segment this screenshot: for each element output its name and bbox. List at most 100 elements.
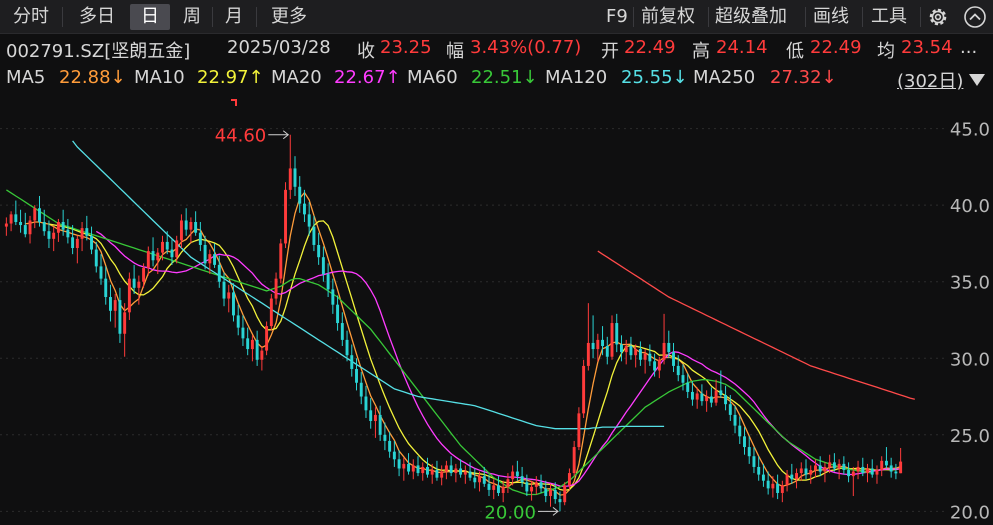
y-tick-label: 45.0 (950, 120, 990, 141)
candle (790, 463, 794, 484)
ma60-line (6, 189, 873, 496)
super-overlay-button[interactable]: 超级叠加 (715, 4, 787, 30)
candle (899, 447, 903, 474)
candle (780, 480, 784, 503)
candle (539, 474, 543, 493)
candle (743, 427, 746, 455)
tab-intraday[interactable]: 分时 (2, 4, 60, 30)
f9-button[interactable]: F9 (606, 4, 628, 30)
ma10-value: 22.97↑ (197, 67, 264, 88)
avg-price: 23.54 (901, 37, 953, 58)
y-tick-label: 25.0 (950, 426, 990, 447)
low-label: 低 (786, 41, 804, 62)
candle-body (99, 266, 103, 279)
candle-body (818, 465, 822, 472)
candle-body (795, 473, 799, 480)
candle (572, 440, 576, 477)
candle-body (866, 468, 869, 474)
candle (672, 342, 675, 373)
candle-body (553, 489, 557, 500)
candle-body (440, 471, 444, 478)
candle (459, 459, 463, 478)
candle (506, 473, 510, 493)
price-adjust-button[interactable]: 前复权 (641, 4, 695, 30)
period-count[interactable]: (302日) (897, 67, 963, 93)
candle (866, 463, 869, 483)
candle (250, 335, 254, 362)
candle (681, 364, 685, 391)
candle-body (492, 485, 496, 490)
tab-multi-day[interactable]: 多日 (68, 4, 126, 30)
candle (757, 456, 761, 481)
gear-icon[interactable] (926, 5, 950, 29)
candle-body (430, 470, 434, 475)
candle-body (66, 229, 70, 238)
ma60-value: 22.51↓ (471, 67, 538, 88)
ma120-value: 25.55↓ (621, 67, 688, 88)
candle-body (189, 222, 193, 230)
more-indicator[interactable]: ... (960, 37, 977, 58)
draw-line-button[interactable]: 画线 (813, 4, 849, 30)
candle-body (213, 254, 217, 265)
candle-body (265, 326, 269, 351)
candle-body (444, 465, 448, 472)
candle-body (539, 482, 543, 489)
ma250-value: 27.32↓ (770, 67, 837, 88)
candle-body (851, 471, 855, 477)
candle-body (459, 468, 463, 475)
candle-body (104, 278, 108, 298)
candle-body (80, 228, 84, 239)
open-label: 开 (601, 41, 619, 62)
candle (184, 208, 188, 236)
candle-body (383, 434, 387, 441)
candle (407, 453, 411, 475)
tab-daily[interactable]: 日 (130, 4, 170, 30)
candle-body (416, 465, 420, 474)
candle (444, 460, 448, 480)
candle-body (14, 214, 18, 223)
tab-monthly[interactable]: 月 (216, 4, 252, 30)
candle-body (28, 220, 32, 235)
candle (317, 232, 321, 265)
candle-body (156, 252, 160, 261)
candle (38, 195, 41, 227)
candle-body (94, 249, 98, 267)
candle-body (208, 254, 212, 264)
stock-code-name[interactable]: 002791.SZ[坚朗五金] (6, 37, 190, 63)
candle (752, 447, 756, 474)
tab-weekly[interactable]: 周 (174, 4, 210, 30)
candle (880, 456, 884, 477)
candle (586, 303, 590, 371)
candle (265, 321, 269, 356)
candle-body (501, 486, 505, 493)
candle-body (378, 414, 382, 435)
candle (28, 215, 32, 244)
candle-body (56, 222, 60, 233)
candle (662, 313, 666, 365)
candle-body (407, 463, 411, 472)
change-label: 幅 (446, 41, 464, 62)
candle (392, 440, 396, 467)
candle-body (463, 471, 467, 475)
candle-body (33, 208, 37, 221)
chevron-up-icon[interactable] (963, 5, 987, 29)
candle (56, 218, 60, 242)
candle-body (236, 315, 240, 328)
candle-body (766, 480, 770, 489)
candle (189, 217, 193, 244)
candle-body (165, 241, 169, 250)
candle-body (47, 231, 51, 239)
candle (151, 237, 155, 267)
candle (582, 359, 586, 418)
candle-body (279, 243, 283, 279)
candle-body (686, 382, 690, 392)
candle-body (222, 281, 226, 299)
candle-body (454, 468, 458, 474)
candle-body (534, 482, 538, 487)
candle-body (274, 278, 278, 299)
candle-body (241, 327, 245, 339)
caret-down-icon[interactable] (968, 72, 986, 88)
tab-more[interactable]: 更多 (260, 4, 318, 30)
tools-button[interactable]: 工具 (871, 4, 907, 30)
ma20-label: MA20 (271, 67, 322, 88)
